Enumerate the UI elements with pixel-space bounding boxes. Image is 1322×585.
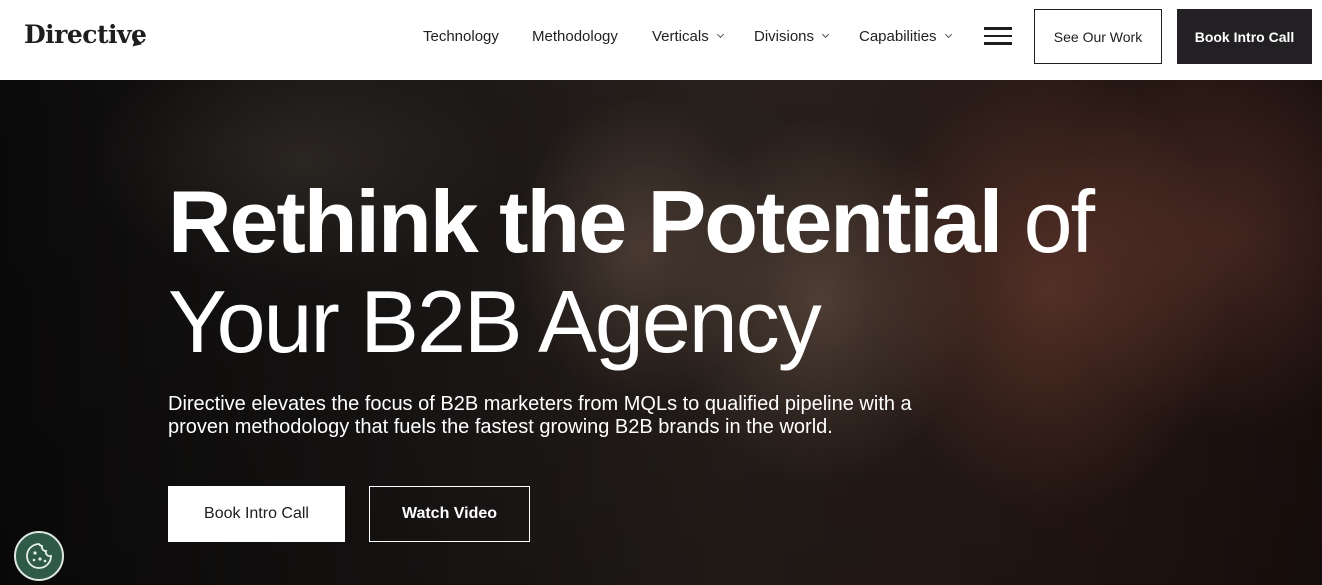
hamburger-menu-icon[interactable] [984, 27, 1012, 45]
logo[interactable]: Directive [24, 20, 147, 49]
nav-item-label: Divisions [754, 28, 815, 45]
watch-video-button[interactable]: Watch Video [369, 486, 530, 542]
hero-subtext: Directive elevates the focus of B2B mark… [168, 393, 912, 438]
hero-book-intro-call-button[interactable]: Book Intro Call [168, 486, 345, 542]
site-header: Directive Technology Methodology Vertica… [0, 0, 1322, 80]
nav-item-technology[interactable]: Technology [423, 28, 499, 45]
see-our-work-button[interactable]: See Our Work [1034, 9, 1162, 64]
hero-section: Rethink the Potential of Your B2B Agency… [0, 80, 1322, 585]
hero-headline: Rethink the Potential of Your B2B Agency [168, 172, 1095, 372]
cookie-settings-button[interactable] [14, 531, 64, 581]
headline-bold: Rethink the Potential [168, 172, 1003, 271]
headline-light: of [1023, 172, 1095, 271]
chevron-down-icon [821, 30, 830, 39]
nav-item-methodology[interactable]: Methodology [532, 28, 618, 45]
cookie-icon [26, 543, 52, 569]
nav-item-divisions[interactable]: Divisions [754, 28, 830, 45]
chevron-down-icon [944, 30, 952, 39]
headline-light-line2: Your B2B Agency [168, 272, 822, 371]
nav-item-verticals[interactable]: Verticals [652, 28, 724, 45]
book-intro-call-button[interactable]: Book Intro Call [1177, 9, 1312, 64]
nav-item-label: Technology [423, 28, 499, 45]
nav-item-label: Verticals [652, 28, 709, 45]
chevron-down-icon [716, 30, 724, 39]
nav-item-label: Methodology [532, 28, 618, 45]
nav-item-label: Capabilities [859, 28, 937, 45]
nav-item-capabilities[interactable]: Capabilities [859, 28, 952, 45]
